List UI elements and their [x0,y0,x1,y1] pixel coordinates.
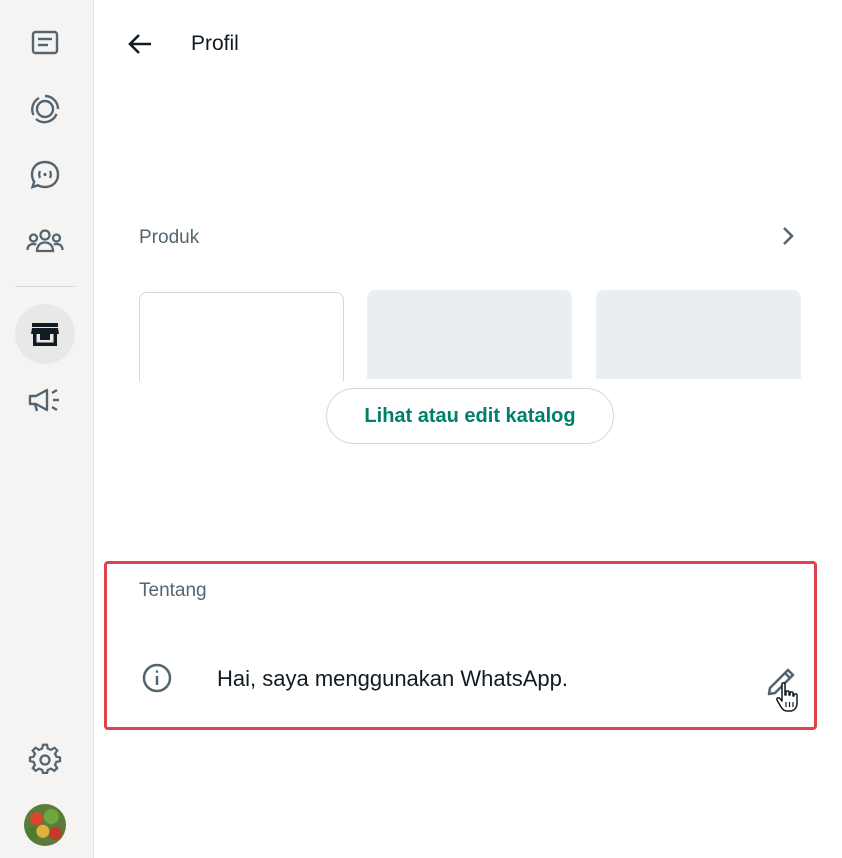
communities-icon [26,229,64,253]
business-tools-button[interactable] [15,304,75,364]
advertise-button[interactable] [15,370,75,430]
pencil-icon [767,668,798,712]
settings-button[interactable] [15,730,75,790]
product-card[interactable] [139,292,344,381]
status-button[interactable] [15,79,75,139]
chats-icon [31,30,59,55]
sidebar [0,0,94,858]
business-tools-icon [31,323,59,346]
back-button[interactable] [122,26,158,62]
product-card-placeholder [367,290,572,379]
page-title: Profil [191,32,239,55]
advertise-icon [28,388,59,412]
chevron-right-icon [783,227,794,245]
info-icon [141,662,173,694]
view-edit-catalog-button[interactable]: Lihat atau edit katalog [326,388,614,444]
edit-about-button[interactable] [762,660,802,716]
about-label: Tentang [139,580,207,601]
product-card-placeholder [596,290,801,379]
channels-button[interactable] [15,145,75,205]
status-icon [31,94,60,124]
arrow-left-icon [128,34,151,54]
settings-icon [28,743,62,775]
about-section-highlight [104,561,817,730]
communities-button[interactable] [15,211,75,271]
sidebar-divider [15,286,75,287]
about-text: Hai, saya menggunakan WhatsApp. [217,666,568,691]
products-more-button[interactable] [776,222,800,250]
header: Profil [94,0,842,88]
channels-icon [30,160,60,189]
products-label: Produk [139,227,200,248]
chats-button[interactable] [15,13,75,73]
avatar[interactable] [24,804,66,846]
